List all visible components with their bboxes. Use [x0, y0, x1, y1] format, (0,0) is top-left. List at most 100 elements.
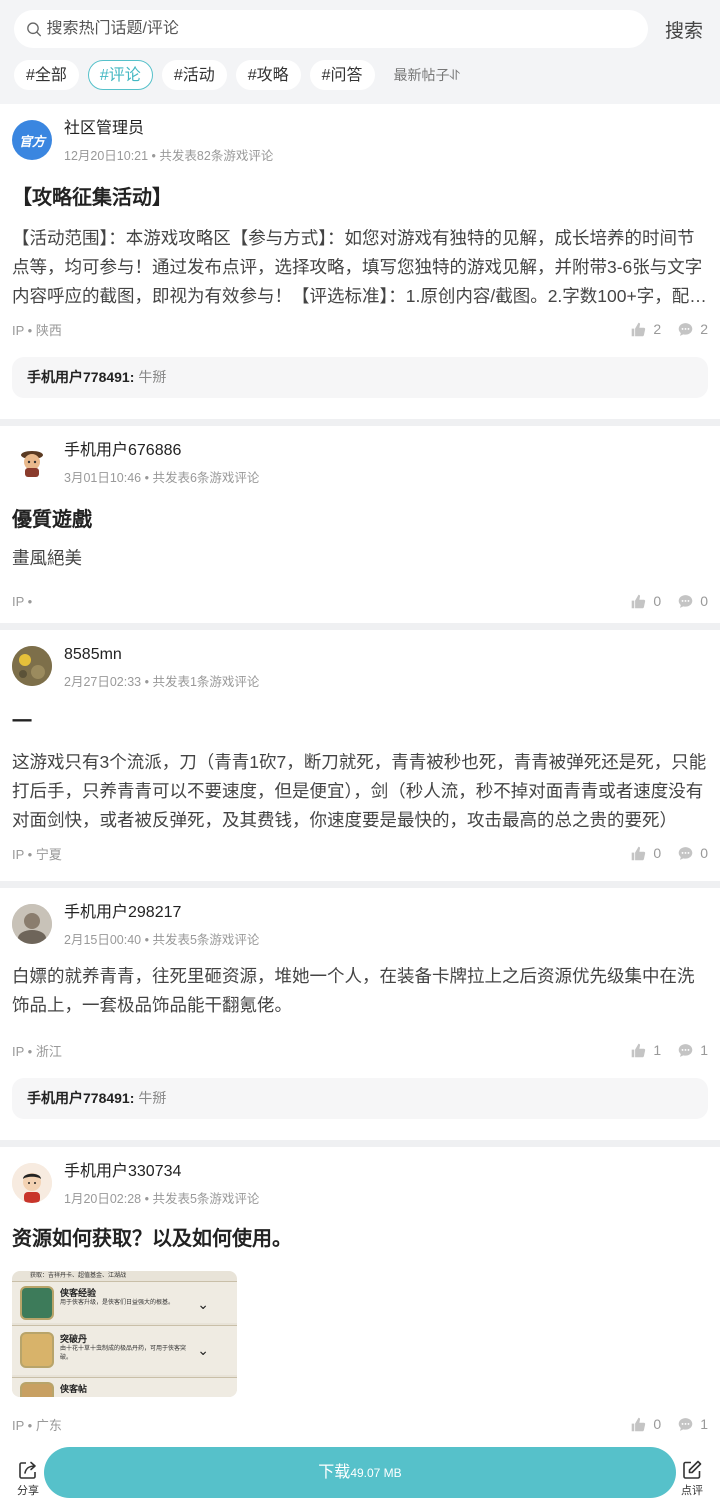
search-box[interactable]: [14, 10, 648, 48]
post-meta: 12月20日10:21 • 共发表82条游戏评论: [64, 149, 274, 163]
post-card[interactable]: 8585mn 2月27日02:33 • 共发表1条游戏评论 一 这游戏只有3个流…: [0, 630, 720, 881]
ip-location: IP • 浙江: [12, 1043, 62, 1059]
flower-photo-avatar-icon: [12, 646, 52, 686]
post-footer: IP • 浙江 1 1: [12, 1040, 708, 1060]
comment-button[interactable]: 0: [677, 845, 708, 862]
comment-bubble-icon: [678, 594, 693, 608]
item-name: 突破丹: [60, 1334, 88, 1344]
post-footer: IP • 宁夏 0 0: [12, 843, 708, 863]
comment-count: 2: [700, 321, 708, 337]
comment-bubble-icon: [678, 846, 693, 860]
share-button[interactable]: 分享: [10, 1459, 46, 1498]
tag-review[interactable]: #评论: [87, 60, 153, 90]
search-input[interactable]: [46, 20, 648, 38]
image-item-row: 侠客经验 用于侠客升级，是侠客们日益强大的根基。 ⌄: [12, 1281, 237, 1323]
post-footer: IP • 广东 0 1: [12, 1414, 708, 1434]
post-separator: [0, 881, 720, 888]
share-label: 分享: [17, 1485, 39, 1497]
character-avatar-icon: [21, 451, 43, 477]
comment-button[interactable]: 1: [677, 1416, 708, 1433]
avatar[interactable]: [12, 646, 52, 686]
search-button[interactable]: 搜索: [662, 16, 706, 43]
post-image[interactable]: 获取：吉祥丹卡、超值基金、江湖战 侠客经验 用于侠客升级，是侠客们日益强大的根基…: [12, 1271, 237, 1397]
username[interactable]: 手机用户298217: [64, 902, 259, 924]
post-card[interactable]: 手机用户330734 1月20日02:28 • 共发表5条游戏评论 资源如何获取…: [0, 1147, 720, 1443]
edit-icon: [683, 1460, 702, 1479]
avatar[interactable]: 官方: [12, 120, 52, 160]
sort-dropdown[interactable]: 最新帖子⥯: [394, 65, 460, 85]
username[interactable]: 手机用户676886: [64, 440, 259, 462]
ip-location: IP • 广东: [12, 1417, 62, 1433]
item-name: 侠客经验: [60, 1288, 97, 1298]
post-body: 畫風絕美: [12, 548, 82, 568]
comment-button[interactable]: 0: [677, 593, 708, 610]
like-button[interactable]: 2: [630, 321, 661, 338]
avatar[interactable]: [12, 442, 52, 482]
ip-location: IP •: [12, 593, 33, 609]
avatar[interactable]: [12, 1163, 52, 1203]
reply-text: 牛掰: [138, 369, 167, 385]
post-body: 这游戏只有3个流派，刀（青青1砍7，断刀就死，青青被秒也死，青青被弹死还是死，只…: [12, 752, 707, 830]
post-card[interactable]: 手机用户298217 2月15日00:40 • 共发表5条游戏评论 白嫖的就养青…: [0, 888, 720, 1140]
post-footer: IP • 陕西 2 2: [12, 319, 708, 339]
bottom-action-bar: 分享 下载49.07 MB 点评: [0, 1443, 720, 1505]
like-button[interactable]: 0: [630, 845, 661, 862]
tag-filter-bar: #全部 #评论 #活动 #攻略 #问答 最新帖子⥯: [14, 60, 706, 90]
comment-bubble-icon: [678, 1417, 693, 1431]
search-row: 搜索: [14, 10, 706, 48]
thumbs-up-icon: [632, 1417, 646, 1431]
download-label: 下载: [318, 1464, 351, 1481]
thumbs-up-icon: [632, 322, 646, 336]
reply-preview[interactable]: 手机用户778491: 牛掰: [12, 1078, 708, 1119]
post-separator: [0, 1140, 720, 1147]
chevron-down-icon: ⌄: [197, 1342, 209, 1358]
reply-preview[interactable]: 手机用户778491: 牛掰: [12, 357, 708, 398]
cartoon-boy-avatar-icon: [12, 1163, 52, 1203]
tag-qa[interactable]: #问答: [309, 60, 375, 90]
tag-activity[interactable]: #活动: [161, 60, 227, 90]
tag-all[interactable]: #全部: [14, 60, 79, 90]
chevron-down-icon: ⌄: [197, 1296, 209, 1312]
write-review-button[interactable]: 点评: [674, 1459, 710, 1498]
thumbs-up-icon: [632, 846, 646, 860]
post-body: 白嫖的就养青青，往死里砸资源，堆她一个人，在装备卡牌拉上之后资源优先级集中在洗饰…: [12, 966, 695, 1015]
comment-button[interactable]: 2: [677, 321, 708, 338]
username[interactable]: 8585mn: [64, 644, 259, 666]
ip-location: IP • 宁夏: [12, 846, 62, 862]
item-icon: [20, 1286, 54, 1320]
reply-text: 牛掰: [138, 1090, 167, 1106]
post-separator: [0, 419, 720, 426]
image-item-row: 突破丹 由十花十草十虫制成的极品丹药，可用于侠客突破。 ⌄: [12, 1325, 237, 1375]
share-icon: [19, 1461, 36, 1479]
post-card[interactable]: 手机用户676886 3月01日10:46 • 共发表6条游戏评论 優質遊戲 畫…: [0, 426, 720, 623]
comment-button[interactable]: 1: [677, 1042, 708, 1059]
search-icon: [27, 21, 42, 36]
avatar[interactable]: [12, 904, 52, 944]
post-card[interactable]: 官方 社区管理员 12月20日10:21 • 共发表82条游戏评论 【攻略征集活…: [0, 104, 720, 419]
like-count: 0: [653, 593, 662, 609]
download-button[interactable]: 下载49.07 MB: [44, 1447, 676, 1498]
like-count: 1: [653, 1042, 662, 1058]
like-button[interactable]: 1: [630, 1042, 661, 1059]
tag-guide[interactable]: #攻略: [235, 60, 301, 90]
like-count: 0: [653, 1416, 662, 1432]
comment-count: 0: [700, 845, 708, 861]
username[interactable]: 手机用户330734: [64, 1161, 259, 1183]
download-size: 49.07 MB: [350, 1466, 402, 1480]
comment-bubble-icon: [678, 322, 693, 336]
reply-user: 手机用户778491:: [27, 1090, 135, 1106]
like-button[interactable]: 0: [630, 1416, 661, 1433]
username[interactable]: 社区管理员: [64, 118, 273, 140]
like-button[interactable]: 0: [630, 593, 661, 610]
post-meta: 3月01日10:46 • 共发表6条游戏评论: [64, 471, 260, 485]
item-icon: [20, 1382, 54, 1397]
photo-avatar-icon: [12, 904, 52, 944]
post-title: 優質遊戲: [12, 509, 92, 531]
image-header-text: 获取：吉祥丹卡、超值基金、江湖战: [30, 1273, 127, 1279]
post-title: 资源如何获取？以及如何使用。: [12, 1228, 292, 1250]
comment-count: 1: [700, 1416, 708, 1432]
item-name: 侠客帖: [60, 1384, 88, 1394]
official-badge: 官方: [18, 133, 45, 149]
comment-bubble-icon: [678, 1043, 693, 1057]
post-meta: 2月27日02:33 • 共发表1条游戏评论: [64, 675, 260, 689]
